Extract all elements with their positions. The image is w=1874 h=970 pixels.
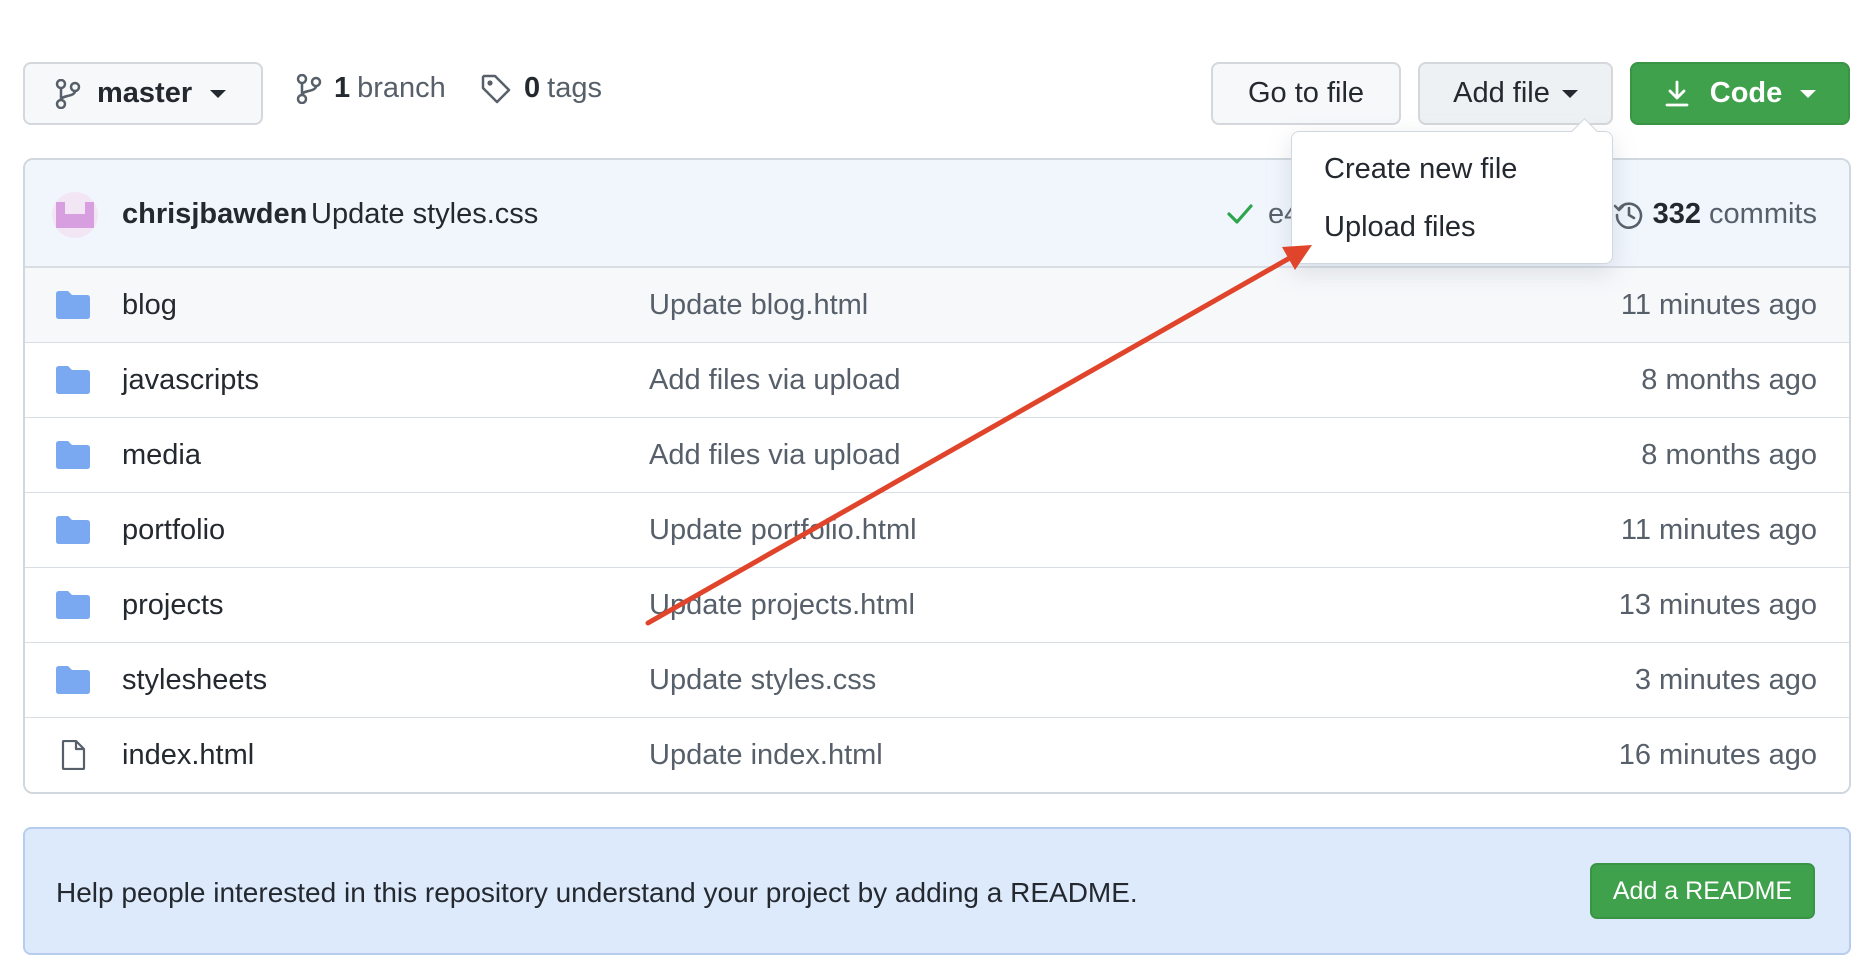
commit-age: 11 minutes ago: [1620, 289, 1817, 321]
commit-message-link[interactable]: Update styles.css: [649, 664, 876, 697]
go-to-file-label: Go to file: [1247, 77, 1365, 109]
branch-name: master: [97, 77, 193, 109]
add-file-button[interactable]: Add file: [1418, 62, 1613, 125]
add-file-label: Add file: [1453, 77, 1550, 109]
folder-icon: [55, 515, 91, 545]
folder-icon: [55, 290, 91, 320]
file-icon: [55, 739, 91, 771]
chevron-down-icon: [1561, 89, 1578, 98]
file-name-link[interactable]: media: [122, 439, 201, 472]
commit-message-link[interactable]: Add files via upload: [649, 439, 901, 472]
file-row[interactable]: javascripts Add files via upload 8 months …: [25, 343, 1849, 418]
add-file-dropdown-menu: Create new file Upload files: [1291, 131, 1613, 264]
file-row[interactable]: blog Update blog.html 11 minutes ago: [25, 268, 1849, 343]
branch-word: branch: [357, 72, 446, 104]
file-name-link[interactable]: portfolio: [122, 514, 225, 547]
commit-age: 8 months ago: [1641, 364, 1817, 396]
folder-icon: [55, 440, 91, 470]
tag-word: tags: [547, 72, 602, 104]
file-name-link[interactable]: projects: [122, 589, 224, 622]
commit-age: 3 minutes ago: [1634, 664, 1817, 696]
commit-count: 332: [1652, 198, 1702, 230]
commit-message-link[interactable]: Update styles.css: [311, 198, 538, 231]
commits-link[interactable]: 332 commits: [1613, 198, 1817, 231]
folder-icon: [55, 665, 91, 695]
file-row[interactable]: index.html Update index.html 16 minutes ag…: [25, 718, 1849, 792]
avatar[interactable]: [52, 192, 98, 238]
file-name-link[interactable]: blog: [122, 289, 177, 322]
readme-prompt-text: Help people interested in this repositor…: [56, 877, 1138, 908]
commit-age: 13 minutes ago: [1618, 589, 1817, 621]
code-button[interactable]: Code: [1630, 62, 1850, 125]
tags-link[interactable]: 0 tags: [480, 72, 602, 105]
go-to-file-button[interactable]: Go to file: [1211, 62, 1401, 125]
menu-item-create-new-file[interactable]: Create new file: [1324, 153, 1517, 186]
readme-prompt-banner: Help people interested in this repositor…: [23, 827, 1851, 955]
git-branch-icon: [296, 73, 322, 104]
file-name-link[interactable]: stylesheets: [122, 664, 267, 697]
add-readme-button[interactable]: Add a README: [1590, 863, 1815, 919]
tag-icon: [481, 74, 511, 103]
file-row[interactable]: projects Update projects.html 13 minutes a…: [25, 568, 1849, 643]
commit-count-word: commits: [1709, 198, 1817, 230]
commit-age: 11 minutes ago: [1620, 514, 1817, 546]
download-icon: [1665, 80, 1689, 106]
commit-message-link[interactable]: Update portfolio.html: [649, 514, 917, 547]
git-branch-icon: [55, 78, 81, 109]
branch-count: 1: [334, 72, 351, 104]
file-name-link[interactable]: index.html: [122, 739, 254, 772]
menu-item-upload-files[interactable]: Upload files: [1324, 211, 1476, 244]
file-row[interactable]: stylesheets Update styles.css 3 minutes ag…: [25, 643, 1849, 718]
file-row[interactable]: portfolio Update portfolio.html 11 minutes…: [25, 493, 1849, 568]
tag-count: 0: [524, 72, 541, 104]
commit-age: 16 minutes ago: [1618, 739, 1817, 771]
commit-message-link[interactable]: Update projects.html: [649, 589, 915, 622]
commit-author-link[interactable]: chrisjbawden: [122, 198, 307, 231]
check-icon[interactable]: [1222, 196, 1258, 232]
chevron-down-icon: [210, 89, 227, 98]
branches-link[interactable]: 1 branch: [296, 72, 446, 105]
repository-page: master 1 branch 0 tags Go to file Add fi…: [0, 0, 1874, 970]
branch-selector-button[interactable]: master: [23, 62, 263, 125]
commit-message-link[interactable]: Update blog.html: [649, 289, 868, 322]
code-label: Code: [1709, 77, 1783, 109]
commit-age: 8 months ago: [1641, 439, 1817, 471]
commit-message-link[interactable]: Add files via upload: [649, 364, 901, 397]
commit-message-link[interactable]: Update index.html: [649, 739, 883, 772]
chevron-down-icon: [1800, 89, 1817, 98]
history-clock-icon: [1613, 201, 1642, 229]
file-name-link[interactable]: javascripts: [122, 364, 259, 397]
folder-icon: [55, 365, 91, 395]
folder-icon: [55, 590, 91, 620]
file-row[interactable]: media Add files via upload 8 months ago: [25, 418, 1849, 493]
